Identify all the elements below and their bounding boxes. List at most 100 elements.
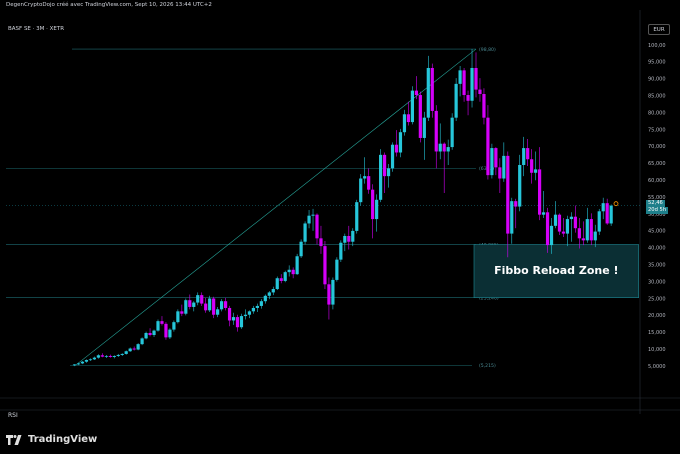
price-axis-tick: 45,000 [648, 229, 666, 235]
candle-body [434, 110, 438, 152]
candle-body [466, 95, 470, 101]
candle-body [446, 147, 450, 152]
candle-body [192, 302, 196, 307]
price-axis-tick: 85,000 [648, 94, 666, 100]
fib-level-label: (5,215) [479, 363, 496, 369]
candle-body [474, 67, 478, 90]
price-axis-tick: 75,000 [648, 127, 666, 133]
candle-body [379, 154, 383, 200]
candle-body [593, 231, 597, 241]
candle-body [323, 246, 327, 285]
candle-body [482, 94, 486, 118]
candle-body [96, 355, 100, 358]
candle-body [545, 212, 550, 246]
candle-body [231, 317, 236, 321]
candle-body [223, 301, 228, 308]
candle-body [541, 212, 546, 215]
candle-body [478, 89, 482, 95]
candle-body [454, 83, 458, 118]
tradingview-logo-icon [6, 434, 22, 445]
candle-body [116, 354, 120, 356]
candle-body [160, 321, 164, 324]
currency-button[interactable]: EUR [648, 24, 670, 35]
price-axis-tick: 95,000 [648, 60, 666, 66]
candle-body [502, 155, 506, 179]
price-axis-tick: 60,000 [648, 178, 666, 184]
candle-body [343, 235, 347, 243]
alert-icon [613, 201, 619, 207]
candle-body [549, 225, 554, 246]
candle-body [390, 144, 395, 169]
candle-body [490, 148, 494, 176]
price-axis-tick: 15,000 [648, 330, 666, 336]
trend-line [75, 48, 477, 366]
candle-body [597, 211, 601, 232]
candle-body [180, 311, 184, 314]
candle-body [319, 238, 323, 247]
candle-body [263, 295, 267, 302]
candle-body [605, 203, 609, 224]
candle-body [239, 316, 244, 328]
chart-area[interactable]: (98,80)(63,...)(40,965)(25,240)(5,215)Fi… [0, 10, 680, 419]
candle-body [176, 311, 180, 323]
candle-body [76, 363, 81, 365]
candle-body [255, 305, 259, 308]
candle-body [351, 230, 355, 242]
candle-body [235, 317, 240, 328]
candle-body [565, 219, 570, 234]
candle-body [184, 300, 188, 314]
price-axis-tick: 40,000 [648, 246, 666, 252]
candle-body [327, 284, 331, 305]
candle-body [430, 67, 434, 111]
fib-level-label: (98,80) [479, 47, 496, 53]
tradingview-wordmark: TradingView [28, 434, 98, 445]
candle-body [442, 143, 446, 152]
candle-body [112, 355, 116, 357]
candle-body [120, 353, 124, 355]
candle-body [80, 361, 85, 364]
candle-body [510, 201, 514, 234]
price-axis-tick: 25,000 [648, 296, 666, 302]
candle-body [208, 298, 212, 311]
rsi-pane-label: RSI [8, 412, 18, 419]
candle-body [581, 238, 585, 241]
candle-body [168, 329, 172, 338]
candle-body [204, 303, 208, 311]
price-axis-tick: 5,0000 [648, 364, 666, 370]
candle-body [450, 117, 454, 148]
candle-body [295, 256, 299, 275]
candle-body [136, 344, 140, 350]
symbol-label: BASF SE · 3M · XETR [8, 26, 65, 32]
candle-body [287, 269, 291, 273]
candle-body [410, 90, 414, 123]
candle-body [172, 322, 176, 330]
chart-caption: DegenCryptoDojo créé avec TradingView.co… [6, 2, 212, 8]
price-axis-tick: 10,000 [648, 347, 666, 353]
candle-body [462, 70, 466, 96]
candle-body [108, 355, 112, 357]
candle-body [104, 355, 108, 357]
price-chart[interactable]: (98,80)(63,...)(40,965)(25,240)(5,215)Fi… [0, 10, 680, 414]
candle-body [486, 117, 490, 176]
candle-body [530, 159, 534, 173]
candle-body [367, 176, 371, 190]
candle-body [72, 364, 77, 366]
candle-body [414, 90, 418, 96]
candle-body [140, 338, 144, 345]
candle-body [394, 144, 399, 153]
candle-body [518, 164, 522, 207]
tradingview-logo[interactable]: TradingView [6, 434, 97, 445]
candle-body [347, 235, 351, 242]
price-axis-tick: 80,000 [648, 110, 666, 116]
candle-body [526, 148, 530, 160]
candle-body [164, 323, 168, 338]
candle-body [418, 95, 422, 138]
candle-body [363, 176, 367, 179]
candle-body [267, 292, 271, 296]
candle-body [196, 295, 200, 303]
candle-body [553, 214, 558, 226]
candle-body [84, 360, 89, 362]
candle-body [422, 117, 426, 138]
candle-body [315, 214, 319, 239]
candle-body [227, 307, 232, 321]
